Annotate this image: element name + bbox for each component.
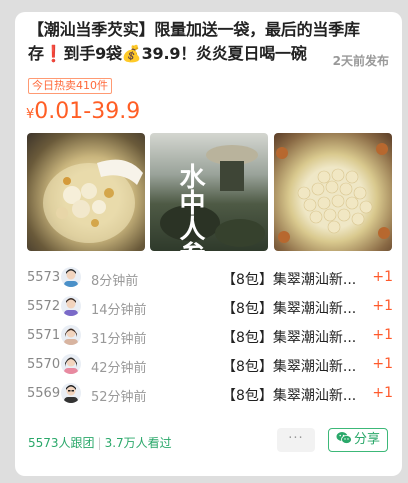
order-number: 5573	[27, 270, 61, 285]
order-time: 8分钟前	[91, 274, 139, 289]
order-quantity: +1	[372, 269, 393, 285]
order-quantity: +1	[372, 298, 393, 314]
title-line-1: 【潮汕当季芡实】限量加送一袋，最后的当季库	[28, 20, 360, 39]
order-time: 14分钟前	[91, 303, 147, 318]
views-count: 3.7万人看过	[104, 436, 172, 450]
order-row[interactable]: 5572 14分钟前 【8包】集翠潮汕新... +1	[27, 296, 393, 320]
order-product: 【8包】集翠潮汕新...	[222, 388, 357, 404]
avatar	[61, 354, 81, 374]
order-product: 【8包】集翠潮汕新...	[222, 301, 357, 317]
followers-count: 5573人跟团	[28, 436, 95, 450]
avatar	[61, 383, 81, 403]
order-product: 【8包】集翠潮汕新...	[222, 359, 357, 375]
price-value: 0.01-39.9	[34, 99, 141, 124]
group-buy-card[interactable]: 【潮汕当季芡实】限量加送一袋，最后的当季库 存❗到手9袋💰39.9！炎炎夏日喝一…	[15, 12, 402, 476]
order-quantity: +1	[372, 385, 393, 401]
order-quantity: +1	[372, 356, 393, 372]
wechat-icon	[336, 432, 352, 444]
avatar	[61, 296, 81, 316]
stats-divider: |	[97, 436, 102, 450]
order-time: 52分钟前	[91, 390, 147, 405]
order-product: 【8包】集翠潮汕新...	[222, 272, 357, 288]
order-quantity: +1	[372, 327, 393, 343]
hot-sales-badge: 今日热卖410件	[28, 78, 112, 94]
posted-time: 2天前发布	[326, 52, 389, 69]
order-number: 5569	[27, 386, 61, 401]
order-time: 42分钟前	[91, 361, 147, 376]
share-label: 分享	[353, 432, 380, 447]
order-time: 31分钟前	[91, 332, 147, 347]
order-row[interactable]: 5570 42分钟前 【8包】集翠潮汕新... +1	[27, 354, 393, 378]
order-row[interactable]: 5569 52分钟前 【8包】集翠潮汕新... +1	[27, 383, 393, 407]
group-stats: 5573人跟团 | 3.7万人看过	[28, 434, 172, 451]
image-overlay-text: 水中人参	[175, 163, 205, 251]
avatar	[61, 267, 81, 287]
product-images: 水中人参	[27, 133, 393, 251]
product-image-farmer[interactable]: 水中人参	[150, 133, 268, 251]
product-image-seeds[interactable]	[274, 133, 392, 251]
order-product: 【8包】集翠潮汕新...	[222, 330, 357, 346]
order-number: 5571	[27, 328, 61, 343]
avatar	[61, 325, 81, 345]
share-button[interactable]: 分享	[328, 428, 388, 452]
order-row[interactable]: 5573 8分钟前 【8包】集翠潮汕新... +1	[27, 267, 393, 291]
product-image-soup[interactable]	[27, 133, 145, 251]
price-range: ¥0.01-39.9	[26, 99, 140, 124]
order-row[interactable]: 5571 31分钟前 【8包】集翠潮汕新... +1	[27, 325, 393, 349]
order-number: 5570	[27, 357, 61, 372]
more-button[interactable]: ···	[277, 428, 315, 452]
order-number: 5572	[27, 299, 61, 314]
